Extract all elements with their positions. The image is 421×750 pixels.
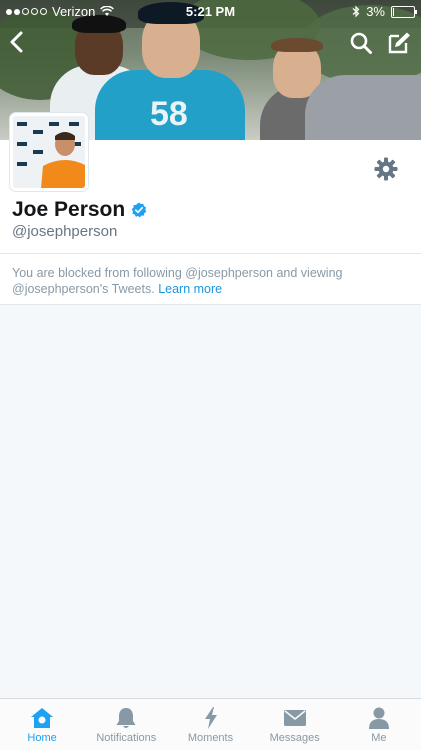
- chevron-left-icon: [10, 31, 23, 53]
- tab-notifications-label: Notifications: [96, 732, 157, 744]
- bluetooth-icon: [352, 5, 360, 18]
- tab-moments[interactable]: Moments: [168, 699, 252, 750]
- profile-avatar[interactable]: [10, 113, 88, 191]
- tab-messages-label: Messages: [269, 732, 320, 744]
- status-bar: Verizon 5:21 PM 3%: [0, 0, 421, 22]
- tab-notifications[interactable]: Notifications: [84, 699, 168, 750]
- search-icon: [350, 32, 372, 54]
- tab-home-label: Home: [27, 732, 57, 744]
- home-icon: [31, 708, 54, 728]
- tab-bar: Home Notifications Moments Messages Me: [0, 698, 421, 750]
- tab-me[interactable]: Me: [337, 699, 421, 750]
- envelope-icon: [283, 710, 306, 726]
- search-button[interactable]: [346, 28, 376, 58]
- tab-moments-label: Moments: [187, 732, 234, 744]
- profile-screen: 58 Verizon 5:21 PM 3% Joe Person @joseph…: [0, 0, 421, 750]
- settings-button[interactable]: [373, 156, 399, 182]
- profile-name-row: Joe Person: [12, 198, 147, 222]
- blocked-notice: You are blocked from following @josephpe…: [0, 253, 421, 305]
- bell-icon: [116, 708, 136, 728]
- compose-tweet-button[interactable]: [384, 28, 414, 58]
- verified-badge-icon: [131, 202, 147, 218]
- battery-percent: 3%: [366, 4, 385, 19]
- tab-me-label: Me: [371, 732, 387, 744]
- avatar-photo: [13, 116, 85, 188]
- lightning-icon: [204, 707, 217, 729]
- learn-more-link[interactable]: Learn more: [158, 282, 222, 296]
- tab-messages[interactable]: Messages: [253, 699, 337, 750]
- display-name: Joe Person: [12, 198, 126, 221]
- compose-icon: [388, 32, 410, 54]
- person-icon: [368, 707, 389, 729]
- battery-icon: [391, 5, 417, 18]
- tab-home[interactable]: Home: [0, 699, 84, 750]
- gear-icon: [374, 157, 398, 181]
- profile-handle: @josephperson: [12, 223, 118, 240]
- back-button[interactable]: [2, 27, 32, 57]
